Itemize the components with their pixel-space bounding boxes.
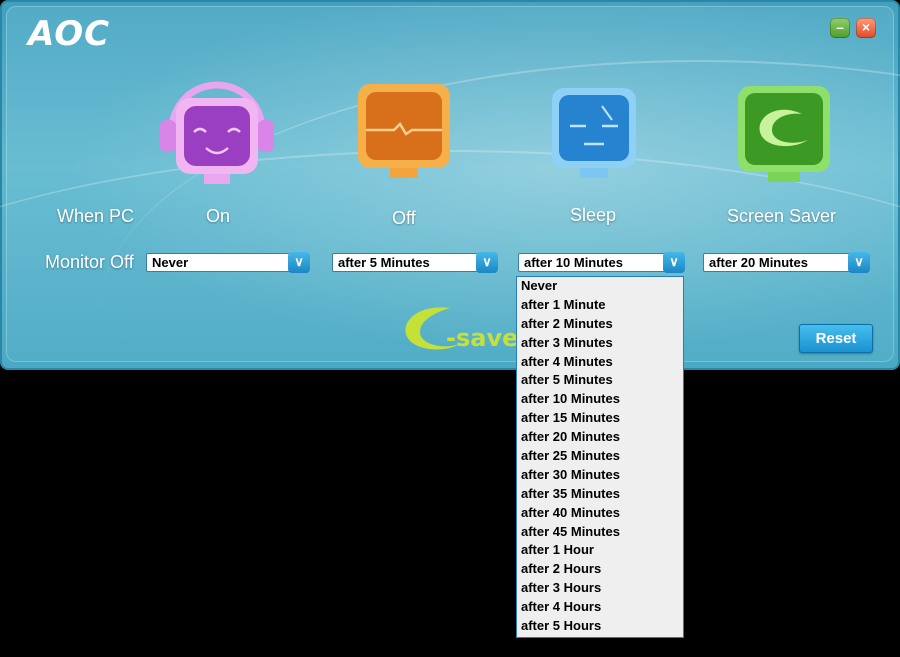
when-pc-label: When PC [57, 206, 135, 226]
headphones-face-icon [160, 81, 274, 184]
dropdown-option[interactable]: after 3 Hours [517, 579, 683, 598]
select-off[interactable]: after 5 Minutes ∨ [332, 252, 498, 273]
dropdown-option[interactable]: after 3 Minutes [517, 334, 683, 353]
dropdown-option[interactable]: after 15 Minutes [517, 409, 683, 428]
select-on[interactable]: Never ∨ [146, 252, 310, 273]
select-value: after 10 Minutes [524, 255, 623, 270]
esaver-logo: -saver [405, 307, 522, 352]
sleep-face-icon [552, 88, 636, 178]
select-value: Never [152, 255, 189, 270]
aoc-logo: AOC [28, 14, 111, 54]
select-value: after 5 Minutes [338, 255, 430, 270]
dropdown-option[interactable]: after 4 Minutes [517, 353, 683, 372]
screensaver-logo-icon [738, 86, 830, 182]
select-screen-saver[interactable]: after 20 Minutes ∨ [703, 252, 870, 273]
dropdown-option[interactable]: after 2 Hours [517, 560, 683, 579]
dropdown-option[interactable]: after 20 Minutes [517, 428, 683, 447]
chevron-down-icon[interactable]: ∨ [476, 252, 498, 273]
mode-label-screen-saver: Screen Saver [727, 206, 837, 226]
mode-label-on: On [206, 206, 231, 226]
dropdown-option[interactable]: Never [517, 277, 683, 296]
chevron-down-icon[interactable]: ∨ [288, 252, 310, 273]
mode-label-sleep: Sleep [570, 205, 617, 225]
reset-button[interactable]: Reset [799, 324, 873, 353]
dropdown-option[interactable]: after 25 Minutes [517, 447, 683, 466]
select-sleep[interactable]: after 10 Minutes ∨ [518, 252, 685, 273]
select-value: after 20 Minutes [709, 255, 808, 270]
dropdown-option[interactable]: after 30 Minutes [517, 466, 683, 485]
dropdown-option[interactable]: after 35 Minutes [517, 485, 683, 504]
dropdown-option[interactable]: after 2 Minutes [517, 315, 683, 334]
dropdown-option[interactable]: after 1 Minute [517, 296, 683, 315]
esaver-window: AOC – × When PC On Off Sleep Screen Save… [0, 0, 900, 370]
monitor-off-label: Monitor Off [45, 252, 134, 272]
dropdown-option[interactable]: after 40 Minutes [517, 504, 683, 523]
esaver-logo-text: -saver [446, 324, 522, 352]
dropdown-option[interactable]: after 1 Hour [517, 541, 683, 560]
sleep-dropdown-list[interactable]: Never after 1 Minute after 2 Minutes after … [516, 276, 684, 638]
chevron-down-icon[interactable]: ∨ [848, 252, 870, 273]
dropdown-option[interactable]: after 5 Hours [517, 617, 683, 636]
dropdown-option[interactable]: after 45 Minutes [517, 523, 683, 542]
off-monitor-icon [358, 84, 450, 178]
mode-label-off: Off [392, 208, 416, 228]
chevron-down-icon[interactable]: ∨ [663, 252, 685, 273]
minimize-button[interactable]: – [830, 18, 850, 38]
dropdown-option[interactable]: after 5 Minutes [517, 371, 683, 390]
close-button[interactable]: × [856, 18, 876, 38]
dropdown-option[interactable]: after 10 Minutes [517, 390, 683, 409]
dropdown-option[interactable]: after 4 Hours [517, 598, 683, 617]
